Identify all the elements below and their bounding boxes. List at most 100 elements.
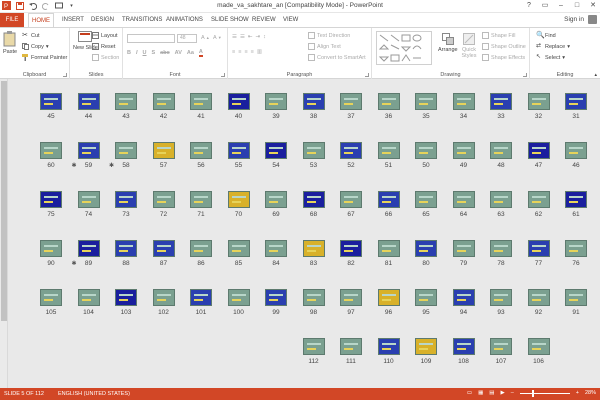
paste-button[interactable]: Paste [3, 31, 17, 55]
slide-thumbnail[interactable] [340, 289, 362, 306]
slide-thumbnail[interactable] [452, 338, 475, 355]
slide-thumbnail[interactable] [152, 240, 175, 257]
find-button[interactable]: 🔍 Find [536, 32, 556, 39]
tab-view[interactable]: VIEW [283, 13, 298, 27]
slide-thumbnail[interactable] [490, 338, 512, 355]
slide-thumbnail[interactable] [115, 289, 137, 306]
slide-thumbnail[interactable] [190, 191, 212, 208]
justify-icon[interactable]: ≡ [251, 49, 254, 55]
slide-thumbnail[interactable] [565, 142, 587, 159]
zoom-slider[interactable] [519, 389, 570, 397]
slide-thumbnail[interactable] [227, 191, 250, 208]
font-name-box[interactable] [127, 34, 175, 43]
slide-thumbnail[interactable] [415, 338, 437, 355]
slide-thumbnail[interactable] [302, 93, 325, 110]
slide-thumbnail[interactable] [527, 191, 550, 208]
shape-fill-button[interactable]: Shape Fill [482, 32, 515, 39]
minimize-button[interactable]: – [556, 1, 566, 11]
slide-thumbnail[interactable] [265, 93, 287, 110]
decrease-indent-icon[interactable]: ⇤ [248, 34, 253, 40]
slide-thumbnail[interactable] [415, 240, 437, 257]
slide-thumbnail[interactable] [265, 142, 287, 159]
select-button[interactable]: ↖ Select ▾ [536, 54, 565, 61]
reset-button[interactable]: Reset [92, 43, 115, 50]
slide-thumbnail[interactable] [452, 289, 475, 306]
slide-thumbnail[interactable] [565, 191, 587, 208]
tab-slide-show[interactable]: SLIDE SHOW [211, 13, 249, 27]
slide-thumbnail[interactable] [265, 191, 287, 208]
shrink-font-icon[interactable]: A ▾ [213, 35, 221, 41]
replace-button[interactable]: ⇄ Replace ▾ [536, 43, 570, 50]
format-painter-button[interactable]: Format Painter [22, 54, 67, 61]
slide-thumbnail[interactable] [490, 240, 512, 257]
slide-thumbnail[interactable] [340, 240, 362, 257]
slide-thumbnail[interactable] [152, 191, 175, 208]
slide-thumbnail[interactable] [40, 93, 62, 110]
slide-thumbnail[interactable] [152, 289, 175, 306]
maximize-button[interactable]: □ [572, 1, 582, 11]
slide-thumbnail[interactable] [265, 240, 287, 257]
slide-thumbnail[interactable] [490, 191, 512, 208]
slide-show-view-icon[interactable]: ▶ [500, 390, 504, 396]
slide-thumbnail[interactable] [115, 191, 137, 208]
slide-thumbnail[interactable] [77, 240, 100, 257]
section-button[interactable]: Section [92, 54, 119, 61]
tab-transitions[interactable]: TRANSITIONS [122, 13, 162, 27]
slide-thumbnail[interactable] [490, 142, 512, 159]
slide-thumbnail[interactable] [415, 142, 437, 159]
slide-thumbnail[interactable] [527, 289, 550, 306]
slide-thumbnail[interactable] [377, 289, 400, 306]
slide-thumbnail[interactable] [77, 93, 100, 110]
slide-thumbnail[interactable] [490, 93, 512, 110]
slide-thumbnail[interactable] [377, 142, 400, 159]
slide-thumbnail[interactable] [227, 289, 250, 306]
slide-thumbnail[interactable] [115, 93, 137, 110]
copy-button[interactable]: Copy ▾ [22, 43, 49, 50]
zoom-out-icon[interactable]: – [511, 390, 514, 396]
slide-thumbnail[interactable] [377, 240, 400, 257]
shapes-gallery[interactable] [376, 31, 432, 65]
slide-thumbnail[interactable] [527, 142, 550, 159]
font-color-icon[interactable]: A [198, 49, 203, 57]
font-dialog-launcher-icon[interactable] [221, 73, 225, 77]
slide-thumbnail[interactable] [527, 338, 550, 355]
line-spacing-icon[interactable]: ↕ [263, 34, 266, 40]
text-direction-button[interactable]: Text Direction [308, 32, 350, 39]
animation-star-icon[interactable]: ✱ [72, 260, 77, 267]
slide-thumbnail[interactable] [377, 93, 400, 110]
slide-thumbnail[interactable] [452, 93, 475, 110]
slide-thumbnail[interactable] [190, 142, 212, 159]
slide-thumbnail[interactable] [452, 240, 475, 257]
slide-thumbnail[interactable] [152, 93, 175, 110]
slide-thumbnail[interactable] [227, 142, 250, 159]
underline-icon[interactable]: U [143, 50, 147, 56]
chevron-down-icon[interactable]: ▾ [567, 44, 570, 50]
columns-icon[interactable]: ▥ [257, 49, 262, 55]
slide-thumbnail[interactable] [115, 142, 137, 159]
numbering-icon[interactable]: ☰ [240, 34, 245, 40]
slide-thumbnail[interactable] [302, 142, 325, 159]
slide-thumbnail[interactable] [40, 240, 62, 257]
paragraph-dialog-launcher-icon[interactable] [365, 73, 369, 77]
slide-thumbnail[interactable] [40, 191, 62, 208]
slide-thumbnail[interactable] [265, 289, 287, 306]
layout-button[interactable]: Layout [92, 32, 118, 39]
align-left-icon[interactable]: ≡ [232, 49, 235, 55]
slide-thumbnail[interactable] [190, 289, 212, 306]
slide-thumbnail[interactable] [340, 338, 362, 355]
slide-thumbnail[interactable] [340, 142, 362, 159]
slide-thumbnail[interactable] [565, 289, 587, 306]
animation-star-icon[interactable]: ✱ [109, 162, 114, 169]
animation-star-icon[interactable]: ✱ [72, 162, 77, 169]
slide-thumbnail[interactable] [115, 240, 137, 257]
reading-view-icon[interactable]: ▤ [489, 390, 494, 396]
strikethrough-icon[interactable]: abc [160, 50, 169, 56]
sign-in-link[interactable]: Sign in [564, 16, 584, 23]
slide-thumbnail[interactable] [565, 93, 587, 110]
chevron-down-icon[interactable]: ▾ [46, 44, 49, 50]
slide-thumbnail[interactable] [40, 289, 62, 306]
font-size-box[interactable]: 48 [177, 34, 197, 43]
slide-thumbnail[interactable] [190, 93, 212, 110]
slide-thumbnail[interactable] [340, 93, 362, 110]
slide-thumbnail[interactable] [452, 142, 475, 159]
